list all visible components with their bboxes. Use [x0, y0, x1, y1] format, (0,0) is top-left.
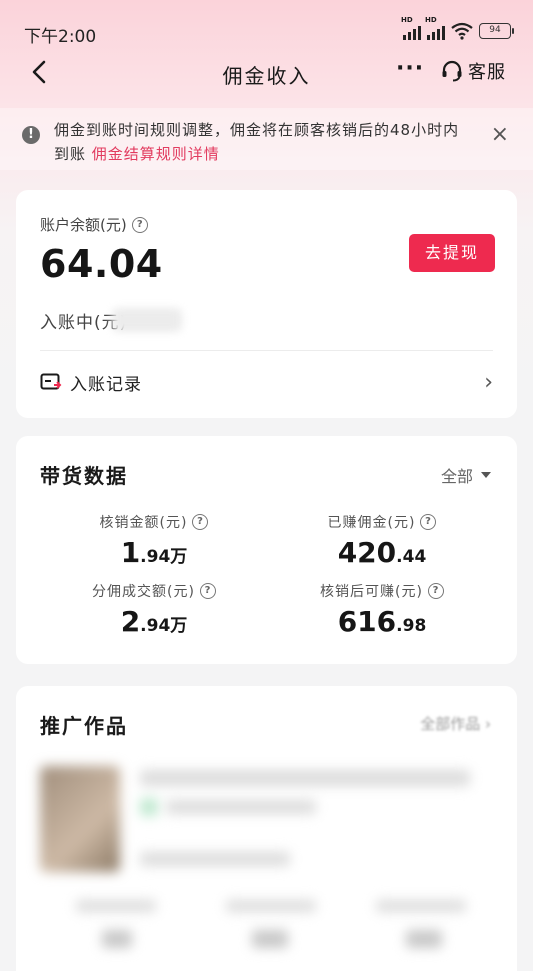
hd-label: HD: [401, 16, 413, 24]
metric-value-main: 420: [337, 536, 397, 569]
blurred-content: [252, 930, 288, 948]
metric-value: 1.94万: [54, 536, 254, 569]
more-menu-button[interactable]: ···: [396, 56, 424, 81]
battery-icon: 94: [479, 23, 514, 39]
caret-down-icon: [481, 472, 491, 478]
commission-rules-link[interactable]: 佣金结算规则详情: [92, 145, 220, 163]
blurred-content: [76, 900, 156, 912]
status-time: 下午2:00: [24, 27, 97, 47]
metric-value: 2.94万: [54, 605, 254, 638]
divider: [40, 350, 493, 351]
time-filter-dropdown[interactable]: 全部: [441, 463, 491, 487]
notice-text: 佣金到账时间规则调整，佣金将在顾客核销后的48小时内到账 佣金结算规则详情: [54, 118, 474, 166]
promoted-works-card: 推广作品 全部作品 ›: [16, 686, 517, 971]
metric-value-main: 1: [120, 536, 141, 569]
metric-value: 616.98: [282, 605, 482, 638]
info-icon: !: [22, 126, 40, 144]
metric-value-decimal: .94: [140, 616, 171, 636]
customer-service-label: 客服: [468, 62, 506, 83]
promoted-works-title: 推广作品: [40, 714, 128, 738]
help-icon[interactable]: ?: [420, 514, 437, 530]
blurred-content: [376, 900, 466, 912]
metric-unit: 万: [170, 616, 188, 636]
blurred-content: [102, 930, 132, 948]
metric-commission-gmv: 分佣成交额(元)? 2.94万: [54, 581, 254, 638]
metric-verified-amount: 核销金额(元)? 1.94万: [54, 512, 254, 569]
all-works-link[interactable]: 全部作品 ›: [420, 713, 491, 734]
chevron-right-icon: ›: [484, 369, 493, 395]
blurred-content: [226, 900, 316, 912]
balance-value: 64.04: [40, 242, 163, 286]
metric-label: 核销后可赚(元): [320, 584, 423, 600]
status-icons: HD HD 94: [401, 16, 514, 40]
customer-service-button[interactable]: 客服: [440, 58, 506, 84]
help-icon[interactable]: ?: [192, 514, 209, 530]
metric-value-main: 616: [337, 605, 397, 638]
nav-bar: 佣金收入 ··· 客服: [0, 48, 533, 96]
metric-earned-commission: 已赚佣金(元)? 420.44: [282, 512, 482, 569]
income-records-row[interactable]: 入账记录 ›: [40, 366, 493, 398]
notice-banner: ! 佣金到账时间规则调整，佣金将在顾客核销后的48小时内到账 佣金结算规则详情 …: [0, 108, 533, 170]
metric-unit: 万: [170, 547, 188, 567]
balance-card: 账户余额(元) ? 64.04 去提现 入账中(元) 入账记录 ›: [16, 190, 517, 418]
metric-value: 420.44: [282, 536, 482, 569]
metric-value-decimal: .44: [396, 547, 427, 567]
metric-value-decimal: .98: [396, 616, 427, 636]
blurred-content: [166, 800, 316, 814]
metric-earnable-after-verify: 核销后可赚(元)? 616.98: [282, 581, 482, 638]
sales-data-card: 带货数据 全部 核销金额(元)? 1.94万 已赚佣金(元)? 420.44 分…: [16, 436, 517, 664]
blurred-content: [140, 852, 290, 866]
help-icon[interactable]: ?: [427, 583, 444, 599]
signal-icon: HD: [401, 16, 421, 40]
close-icon[interactable]: ×: [491, 124, 509, 146]
income-records-label: 入账记录: [70, 374, 142, 395]
metric-label: 已赚佣金(元): [327, 515, 416, 531]
metric-label: 核销金额(元): [99, 515, 188, 531]
wifi-icon: [451, 22, 473, 40]
metric-value-decimal: .94: [140, 547, 171, 567]
balance-label-row: 账户余额(元) ?: [40, 214, 148, 235]
headset-icon: [442, 60, 462, 82]
sales-data-title: 带货数据: [40, 464, 128, 488]
balance-label: 账户余额(元): [40, 216, 127, 234]
wallet-icon: [40, 373, 62, 390]
help-icon[interactable]: ?: [199, 583, 216, 599]
help-icon[interactable]: ?: [131, 216, 148, 233]
time-filter-label: 全部: [440, 467, 473, 486]
signal-icon: HD: [425, 16, 445, 40]
metric-label: 分佣成交额(元): [92, 584, 195, 600]
metric-value-main: 2: [120, 605, 141, 638]
work-thumbnail[interactable]: [40, 766, 120, 872]
blurred-content: [406, 930, 442, 948]
pending-value-blurred: [112, 308, 182, 332]
hd-label: HD: [425, 16, 437, 24]
blurred-content: [140, 770, 470, 786]
blurred-content: [140, 798, 158, 816]
withdraw-button[interactable]: 去提现: [409, 234, 495, 272]
